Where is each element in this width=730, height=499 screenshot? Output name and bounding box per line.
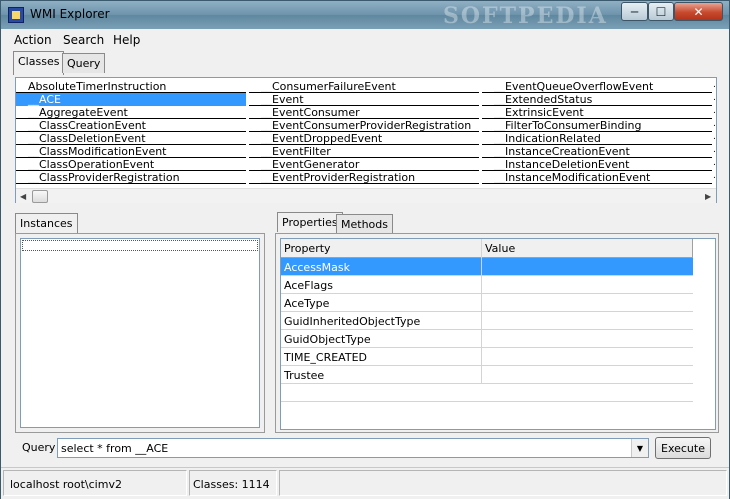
menu-help[interactable]: Help [113, 33, 140, 47]
class-item[interactable]: __EventQueueOverflowEvent [482, 80, 712, 93]
property-name-cell: TIME_CREATED [284, 351, 367, 364]
table-row[interactable]: AccessMask [281, 258, 693, 276]
focus-rectangle [22, 240, 258, 251]
title-bar[interactable]: WMI Explorer SOFTPEDIA ─ ☐ ✕ [1, 1, 729, 29]
table-row[interactable]: TIME_CREATED [281, 348, 693, 366]
class-item[interactable]: __ClassDeletionEvent [16, 132, 246, 145]
class-item[interactable]: __ACE [16, 93, 246, 106]
top-tab-strip: Classes Query [13, 51, 719, 75]
more-columns-marker: . [713, 106, 716, 116]
class-item[interactable]: __InstanceDeletionEvent [482, 158, 712, 171]
table-row[interactable]: GuidInheritedObjectType [281, 312, 693, 330]
column-header-value[interactable]: Value [482, 239, 693, 258]
chevron-down-icon[interactable]: ▼ [631, 439, 648, 457]
classes-horizontal-scrollbar[interactable]: ◀ ▶ [16, 188, 716, 203]
property-name-cell: Trustee [284, 369, 325, 382]
property-name-cell: AceType [284, 297, 330, 310]
properties-panel: Property Value AccessMask AceFlags AceType… [275, 233, 719, 433]
tab-query[interactable]: Query [62, 53, 106, 73]
more-columns-marker: . [713, 80, 716, 90]
classes-list[interactable]: AbsoluteTimerInstruction __ACE __Aggregate… [15, 77, 717, 203]
window-title: WMI Explorer [30, 7, 110, 21]
class-item[interactable]: AbsoluteTimerInstruction [16, 80, 246, 93]
tab-classes[interactable]: Classes [13, 51, 65, 75]
execute-button[interactable]: Execute [655, 437, 711, 459]
wmi-app-icon[interactable] [8, 7, 24, 23]
class-item[interactable]: __EventGenerator [249, 158, 479, 171]
menu-action[interactable]: Action [14, 33, 52, 47]
tab-instances[interactable]: Instances [15, 213, 78, 233]
arrow-left-icon[interactable]: ◀ [20, 192, 26, 201]
minimize-button[interactable]: ─ [621, 2, 648, 21]
property-name-cell: AceFlags [284, 279, 333, 292]
column-header-property[interactable]: Property [281, 239, 482, 258]
more-columns-marker: . [713, 119, 716, 129]
class-item[interactable]: __InstanceModificationEvent [482, 171, 712, 184]
table-row[interactable]: AceType [281, 294, 693, 312]
class-item[interactable]: __InstanceCreationEvent [482, 145, 712, 158]
more-columns-marker: . [713, 132, 716, 142]
tab-methods[interactable]: Methods [336, 214, 393, 234]
scrollbar-thumb[interactable] [32, 190, 48, 203]
softpedia-watermark: SOFTPEDIA [443, 3, 608, 29]
close-button[interactable]: ✕ [674, 2, 723, 21]
class-item[interactable]: __EventFilter [249, 145, 479, 158]
more-columns-marker: . [713, 145, 716, 155]
table-row[interactable]: Trustee [281, 366, 693, 384]
table-row[interactable] [281, 384, 693, 402]
class-item[interactable]: __EventDroppedEvent [249, 132, 479, 145]
query-input[interactable]: select * from __ACE ▼ [57, 438, 649, 458]
class-item[interactable]: __ExtrinsicEvent [482, 106, 712, 119]
class-item[interactable]: __ClassModificationEvent [16, 145, 246, 158]
property-name-cell: GuidObjectType [284, 333, 371, 346]
property-name-cell: GuidInheritedObjectType [284, 315, 421, 328]
class-item[interactable]: __ExtendedStatus [482, 93, 712, 106]
instances-panel [15, 233, 265, 433]
menu-search[interactable]: Search [63, 33, 104, 47]
status-cell-connection: localhost root\cimv2 [3, 470, 187, 496]
class-item[interactable]: __ClassOperationEvent [16, 158, 246, 171]
status-cell-empty [279, 470, 727, 496]
class-item[interactable]: __ClassProviderRegistration [16, 171, 246, 184]
properties-grid[interactable]: Property Value AccessMask AceFlags AceType… [280, 238, 716, 430]
main-window: WMI Explorer SOFTPEDIA ─ ☐ ✕ Action Sear… [0, 0, 730, 499]
maximize-button[interactable]: ☐ [648, 2, 674, 21]
more-columns-marker: . [713, 158, 716, 168]
class-item[interactable]: __EventProviderRegistration [249, 171, 479, 184]
class-item[interactable]: __FilterToConsumerBinding [482, 119, 712, 132]
property-name-cell: AccessMask [284, 261, 350, 274]
query-input-text: select * from __ACE [61, 442, 169, 455]
status-classes: Classes: 1114 [193, 478, 270, 491]
class-item[interactable]: __ConsumerFailureEvent [249, 80, 479, 93]
class-item[interactable]: __AggregateEvent [16, 106, 246, 119]
instances-list[interactable] [20, 238, 260, 428]
table-row[interactable]: GuidObjectType [281, 330, 693, 348]
status-bar: localhost root\cimv2 Classes: 1114 [1, 467, 729, 499]
menu-bar: Action Search Help [1, 29, 729, 52]
more-columns-marker: . [713, 93, 716, 103]
more-columns-marker: . [713, 171, 716, 181]
query-label: Query [22, 441, 56, 454]
class-item[interactable]: __EventConsumer [249, 106, 479, 119]
arrow-right-icon[interactable]: ▶ [705, 192, 711, 201]
column-divider [481, 239, 482, 383]
status-cell-classes: Classes: 1114 [189, 470, 277, 496]
class-item[interactable]: __Event [249, 93, 479, 106]
class-item[interactable]: __IndicationRelated [482, 132, 712, 145]
class-item[interactable]: __EventConsumerProviderRegistration [249, 119, 479, 132]
table-row[interactable]: AceFlags [281, 276, 693, 294]
status-connection: localhost root\cimv2 [10, 478, 122, 491]
tab-properties[interactable]: Properties [277, 212, 343, 232]
class-item[interactable]: __ClassCreationEvent [16, 119, 246, 132]
